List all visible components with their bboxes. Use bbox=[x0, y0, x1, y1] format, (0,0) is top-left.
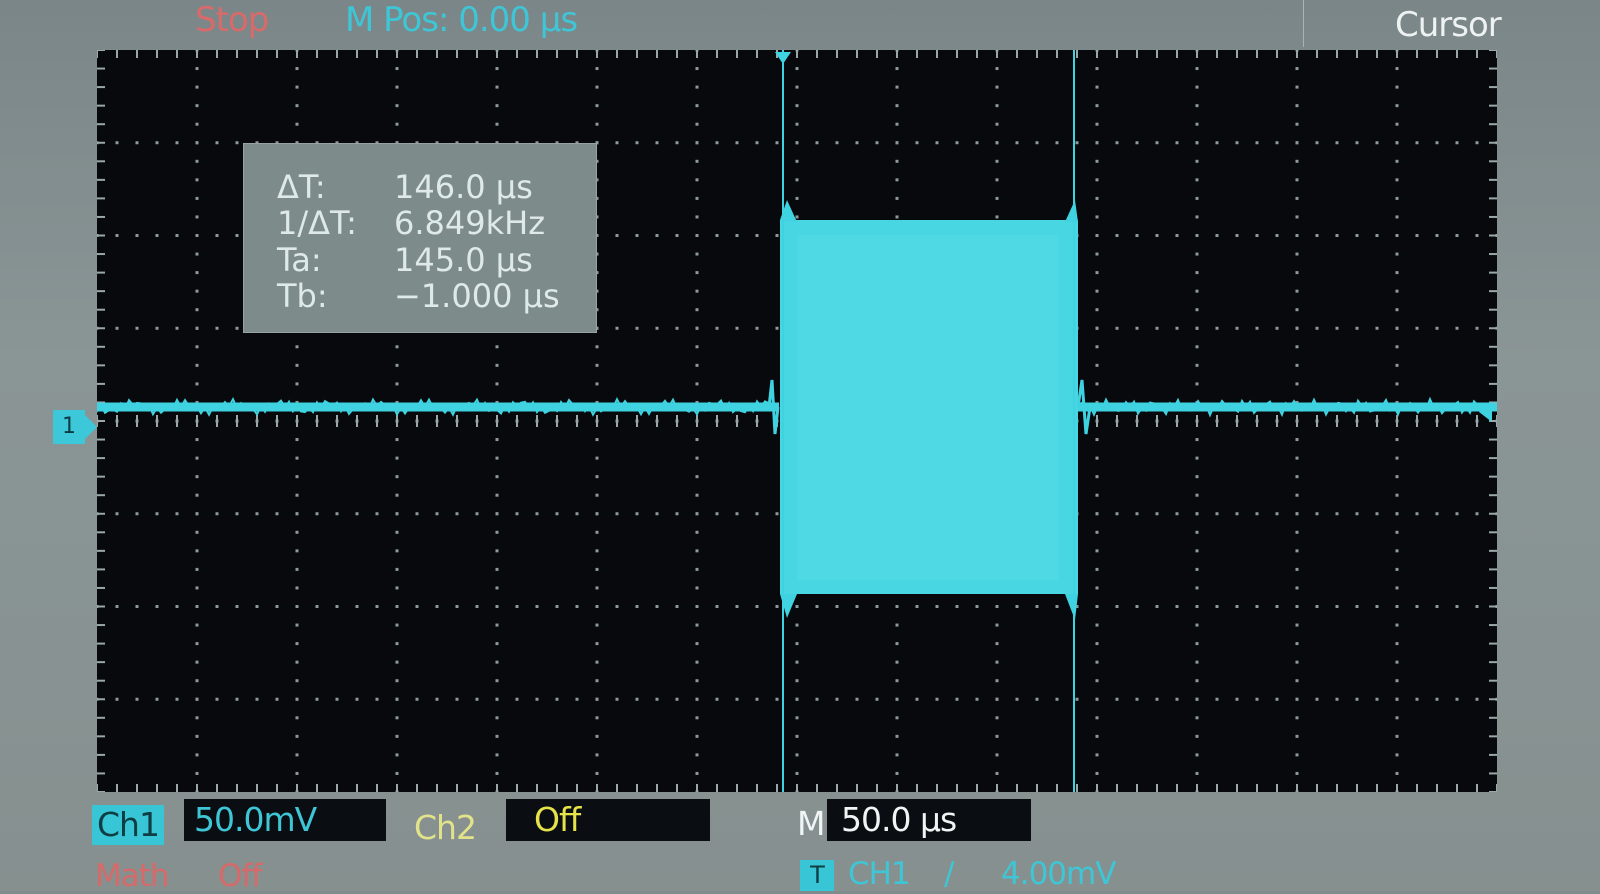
inverse-delta-t-value: 6.849kHz bbox=[394, 204, 545, 242]
trigger-source: CH1 bbox=[848, 856, 911, 892]
trigger-level: 4.00mV bbox=[1001, 856, 1116, 892]
math-label[interactable]: Math bbox=[95, 858, 170, 894]
delta-t-row: ΔT: 146.0 µs bbox=[244, 168, 596, 206]
ch1-ground-marker[interactable]: 1 bbox=[53, 410, 97, 444]
waveform-display: ΔT: 146.0 µs 1/ΔT: 6.849kHz Ta: 145.0 µs… bbox=[97, 50, 1497, 792]
ch1-label[interactable]: Ch1 bbox=[92, 805, 164, 845]
menu-divider bbox=[1303, 0, 1304, 47]
tb-label: Tb: bbox=[277, 277, 328, 315]
ch1-volts-per-div: 50.0mV bbox=[184, 799, 386, 841]
timebase-label: M bbox=[797, 804, 826, 843]
horizontal-position: M Pos: 0.00 µs bbox=[345, 0, 578, 40]
ta-row: Ta: 145.0 µs bbox=[244, 241, 596, 279]
inverse-delta-t-label: 1/ΔT: bbox=[277, 204, 357, 242]
tb-value: −1.000 µs bbox=[394, 277, 560, 315]
math-state: Off bbox=[218, 858, 262, 894]
ch2-volts-per-div: Off bbox=[506, 799, 710, 841]
cursor-readout-panel: ΔT: 146.0 µs 1/ΔT: 6.849kHz Ta: 145.0 µs… bbox=[243, 143, 597, 333]
tb-row: Tb: −1.000 µs bbox=[244, 277, 596, 315]
delta-t-label: ΔT: bbox=[277, 168, 326, 206]
trigger-icon: T bbox=[800, 860, 834, 891]
menu-title-cursor[interactable]: Cursor bbox=[1395, 5, 1502, 45]
run-status[interactable]: Stop bbox=[195, 0, 269, 40]
ta-value: 145.0 µs bbox=[394, 241, 533, 279]
delta-t-value: 146.0 µs bbox=[394, 168, 533, 206]
ch2-label[interactable]: Ch2 bbox=[414, 808, 477, 847]
timebase-scale: 50.0 µs bbox=[827, 799, 1031, 841]
ta-label: Ta: bbox=[277, 241, 322, 279]
inverse-delta-t-row: 1/ΔT: 6.849kHz bbox=[244, 204, 596, 242]
rising-edge-icon: / bbox=[944, 856, 955, 892]
